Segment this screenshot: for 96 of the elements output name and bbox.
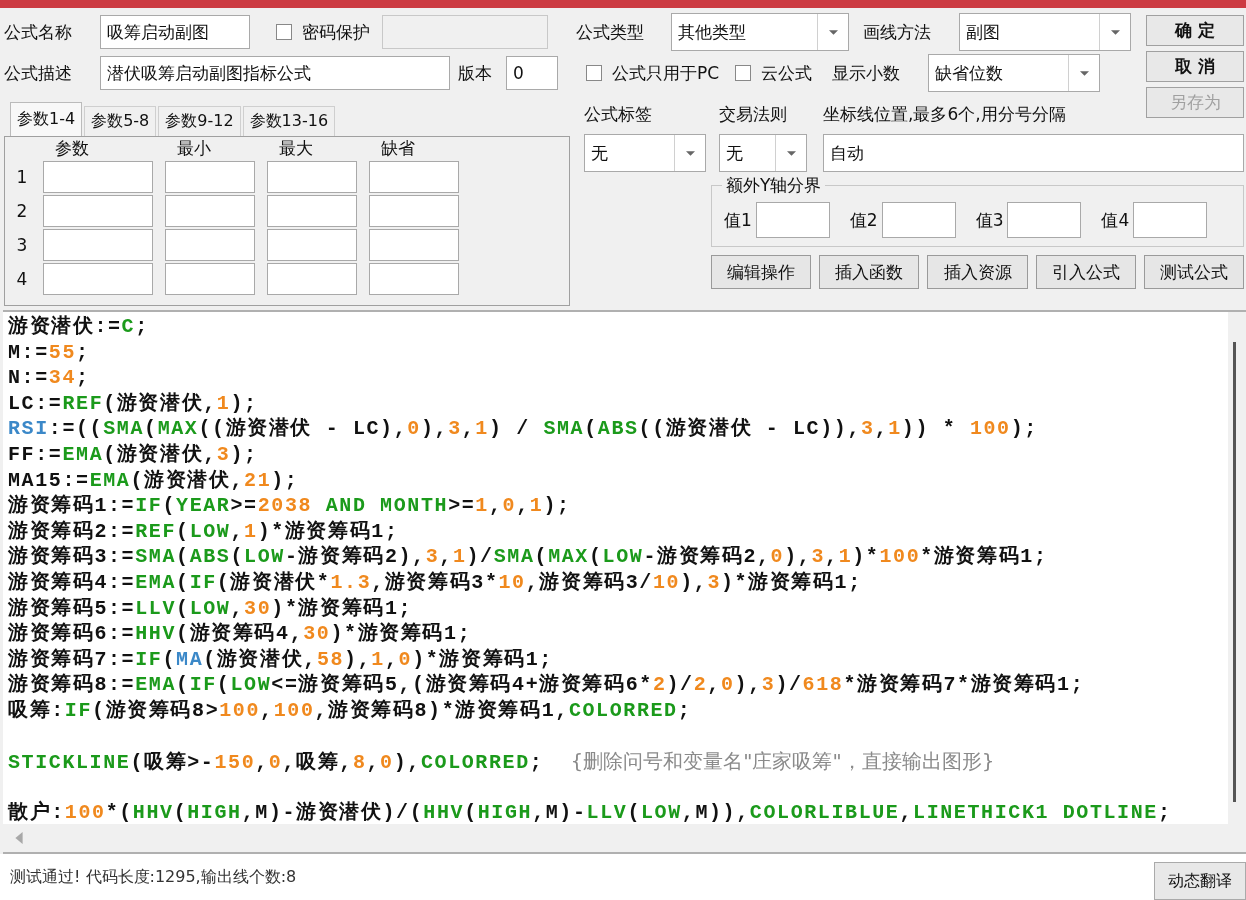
vertical-scrollbar[interactable] bbox=[1228, 312, 1246, 824]
code-line: 游资筹码1:=IF(YEAR>=2038 AND MONTH>=1,0,1); bbox=[8, 493, 571, 519]
field-label: 版本 bbox=[458, 61, 493, 85]
column-header: 缺省 bbox=[380, 137, 416, 159]
input-field[interactable] bbox=[267, 263, 357, 295]
code-line: 游资筹码3:=SMA(ABS(LOW-游资筹码2),3,1)/SMA(MAX(LOW-游资筹码2,0),3,1)*100*游资筹码1; bbox=[8, 544, 1048, 570]
code-editor[interactable] bbox=[3, 310, 1246, 824]
input-field[interactable] bbox=[43, 161, 153, 193]
caret-icon bbox=[786, 150, 796, 156]
tab[interactable]: 参数1-4 bbox=[10, 102, 83, 136]
code-line: N:=34; bbox=[8, 365, 90, 391]
code-line: 游资筹码6:=HHV(游资筹码4,30)*游资筹码1; bbox=[8, 621, 472, 647]
caret-icon bbox=[1079, 70, 1089, 76]
caret-icon bbox=[828, 29, 838, 35]
input-field[interactable] bbox=[267, 229, 357, 261]
row-number: 4 bbox=[15, 269, 29, 289]
input-field[interactable]: 吸筹启动副图 bbox=[100, 15, 250, 49]
status-text: 测试通过! 代码长度:1295,输出线个数:8 bbox=[9, 866, 297, 888]
input-field[interactable] bbox=[165, 195, 255, 227]
code-line: 游资筹码2:=REF(LOW,1)*游资筹码1; bbox=[8, 518, 399, 545]
caret-icon bbox=[1110, 29, 1120, 35]
dropdown[interactable]: 其他类型 bbox=[671, 13, 849, 51]
column-header: 最小 bbox=[176, 137, 212, 159]
toolbar-button[interactable]: 插入函数 bbox=[819, 255, 920, 289]
checkbox-label: 公式只用于PC bbox=[612, 61, 720, 85]
code-line: RSI:=((SMA(MAX((游资潜伏 - LC),0),3,1) / SMA(ABS((游资潜伏 - LC)),3,1)) * 100); bbox=[8, 416, 1038, 442]
dropdown[interactable]: 无 bbox=[584, 134, 706, 172]
code-line: M:=55; bbox=[8, 339, 90, 366]
code-line: MA15:=EMA(游资潜伏,21); bbox=[8, 467, 299, 494]
input-field[interactable] bbox=[1133, 202, 1208, 238]
input-field[interactable] bbox=[369, 161, 459, 193]
input-field[interactable] bbox=[369, 195, 459, 227]
translate-button[interactable]: 动态翻译 bbox=[1154, 862, 1246, 900]
field-label: 画线方法 bbox=[863, 20, 932, 44]
input-field[interactable] bbox=[165, 229, 255, 261]
field-label: 公式名称 bbox=[4, 20, 73, 44]
field-label: 值2 bbox=[849, 208, 878, 232]
input-field[interactable] bbox=[881, 202, 956, 238]
field-label: 公式类型 bbox=[576, 20, 645, 44]
input-field[interactable] bbox=[369, 263, 459, 295]
input-field[interactable] bbox=[165, 263, 255, 295]
toolbar-button[interactable]: 测试公式 bbox=[1143, 255, 1244, 289]
code-line: STICKLINE(吸筹>-150,0,吸筹,8,0),COLORRED; {删除问号和变量名"庄家吸筹"，直接输出图形} bbox=[8, 749, 995, 775]
input-field[interactable] bbox=[43, 263, 153, 295]
dropdown[interactable]: 缺省位数 bbox=[928, 54, 1101, 92]
toolbar-button[interactable]: 引入公式 bbox=[1035, 255, 1136, 289]
dialog-button[interactable]: 确 定 bbox=[1146, 15, 1244, 46]
input-field[interactable] bbox=[369, 229, 459, 261]
checkbox-label: 云公式 bbox=[761, 61, 813, 85]
dropdown[interactable]: 副图 bbox=[959, 13, 1131, 51]
checkbox[interactable] bbox=[735, 65, 752, 81]
dialog-button[interactable]: 取 消 bbox=[1146, 51, 1244, 82]
input-field[interactable]: 0 bbox=[506, 56, 558, 90]
row-number: 2 bbox=[15, 201, 29, 221]
toolbar-button[interactable]: 插入资源 bbox=[927, 255, 1028, 289]
input-field[interactable] bbox=[755, 202, 830, 238]
left-arrow-icon[interactable] bbox=[15, 832, 23, 844]
field-label: 坐标线位置,最多6个,用分号分隔 bbox=[823, 102, 1066, 126]
checkbox[interactable] bbox=[276, 24, 292, 40]
code-line: 散户:100*(HHV(HIGH,M)-游资潜伏)/(HHV(HIGH,M)-LLV(LOW,M)),COLORLIBLUE,LINETHICK1 DOTLINE; bbox=[8, 800, 1172, 824]
field-label: 值1 bbox=[724, 208, 752, 232]
tab[interactable]: 参数13-16 bbox=[242, 106, 336, 136]
checkbox[interactable] bbox=[586, 65, 602, 81]
input-field[interactable] bbox=[267, 161, 357, 193]
field-label: 交易法则 bbox=[719, 102, 788, 126]
input-field[interactable] bbox=[165, 161, 255, 193]
field-label: 公式描述 bbox=[4, 61, 73, 85]
dropdown[interactable]: 无 bbox=[719, 134, 807, 172]
input-field[interactable] bbox=[1007, 202, 1082, 238]
column-header: 最大 bbox=[278, 137, 314, 159]
toolbar-button[interactable]: 编辑操作 bbox=[711, 255, 812, 289]
field-label: 显示小数 bbox=[832, 61, 902, 85]
input-field[interactable] bbox=[43, 229, 153, 261]
code-line: 游资筹码5:=LLV(LOW,30)*游资筹码1; bbox=[8, 595, 413, 622]
group-title: 额外Y轴分界 bbox=[722, 174, 826, 197]
field-label: 值4 bbox=[1101, 208, 1130, 232]
code-line: 游资潜伏:=C; bbox=[8, 314, 149, 340]
code-line: FF:=EMA(游资潜伏,3); bbox=[8, 441, 258, 468]
code-line: 游资筹码4:=EMA(IF(游资潜伏*1.3,游资筹码3*10,游资筹码3/10),3)*游资筹码1; bbox=[8, 569, 862, 596]
code-line: 吸筹:IF(游资筹码8>100,100,游资筹码8)*游资筹码1,COLORRED; bbox=[8, 697, 692, 724]
tab[interactable]: 参数9-12 bbox=[158, 106, 241, 136]
input-field[interactable]: 自动 bbox=[823, 134, 1244, 172]
field-label: 值3 bbox=[975, 208, 1004, 232]
row-number: 1 bbox=[15, 167, 29, 187]
input-field[interactable] bbox=[43, 195, 153, 227]
field-label: 公式标签 bbox=[584, 102, 653, 126]
checkbox-label: 密码保护 bbox=[302, 20, 370, 44]
input-field[interactable]: 潜伏吸筹启动副图指标公式 bbox=[100, 56, 450, 90]
input-field[interactable] bbox=[267, 195, 357, 227]
row-number: 3 bbox=[15, 235, 29, 255]
code-line: 游资筹码8:=EMA(IF(LOW<=游资筹码5,(游资筹码4+游资筹码6*2)/2,0),3)/618*游资筹码7*游资筹码1; bbox=[8, 672, 1085, 698]
column-header: 参数 bbox=[54, 137, 90, 159]
caret-icon bbox=[685, 150, 695, 156]
code-line: LC:=REF(游资潜伏,1); bbox=[8, 390, 258, 417]
tab[interactable]: 参数5-8 bbox=[84, 106, 157, 136]
code-line: 游资筹码7:=IF(MA(游资潜伏,58),1,0)*游资筹码1; bbox=[8, 646, 553, 673]
